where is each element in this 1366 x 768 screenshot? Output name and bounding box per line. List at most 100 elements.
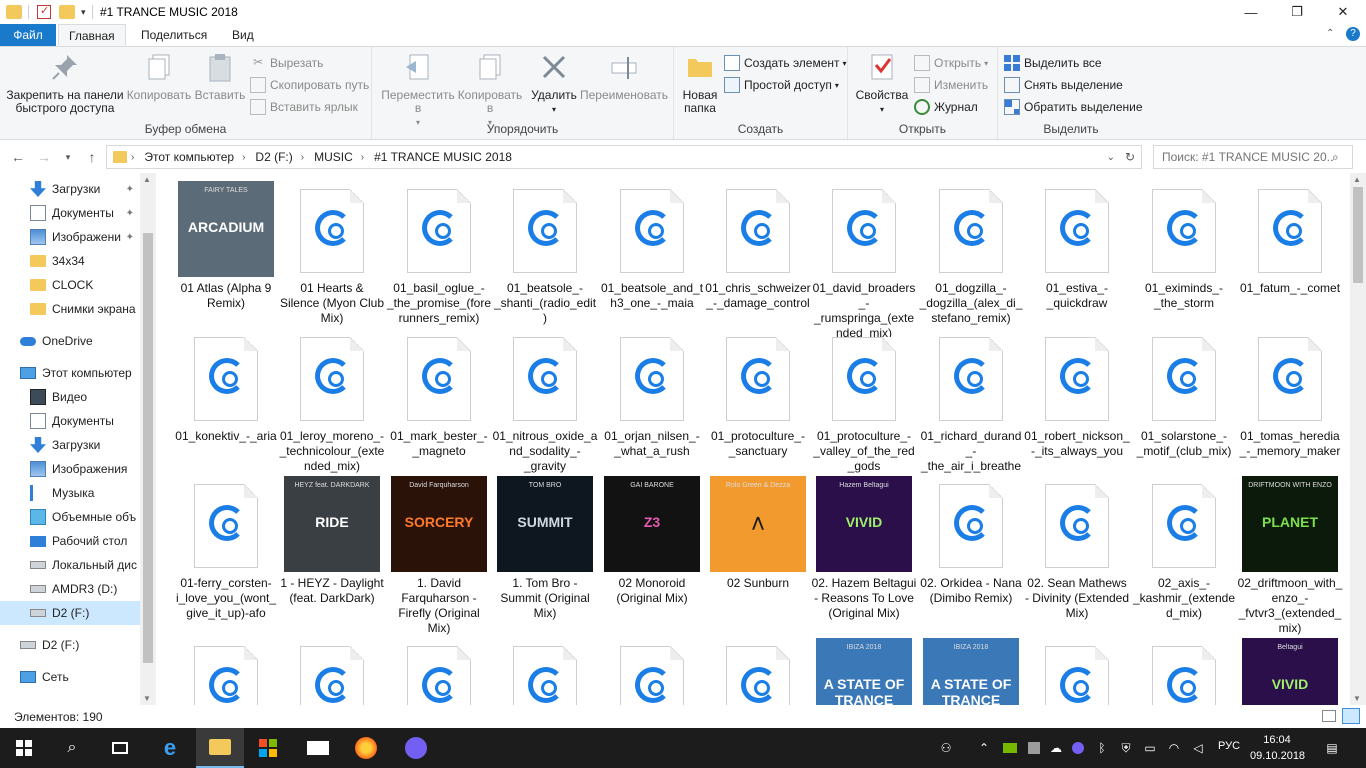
nav-item[interactable]: Музыка	[0, 481, 140, 505]
file-item[interactable]: 01_nitrous_oxide_and_sodality_-_gravity	[492, 329, 598, 474]
nav-item[interactable]: 34x34	[0, 249, 140, 273]
file-item[interactable]	[492, 638, 598, 705]
tab-view[interactable]: Вид	[222, 24, 264, 46]
nav-item[interactable]: Снимки экрана	[0, 297, 140, 321]
scroll-up-arrow-icon[interactable]: ▲	[1353, 175, 1361, 184]
customize-quick-access-icon[interactable]: ▾	[81, 7, 86, 18]
nav-item[interactable]: Изображени ✦	[0, 225, 140, 249]
security-icon[interactable]: ⛨	[1116, 738, 1136, 758]
language-indicator[interactable]: РУС	[1218, 740, 1240, 752]
tab-share[interactable]: Поделиться	[131, 24, 217, 46]
tab-home[interactable]: Главная	[58, 24, 126, 46]
file-item[interactable]: 01_fatum_-_comet	[1237, 181, 1343, 296]
search-button[interactable]: ⌕	[48, 728, 96, 768]
open-button[interactable]: Открыть ▾	[914, 53, 988, 73]
bluetooth-icon[interactable]: ᛒ	[1092, 738, 1112, 758]
pin-button[interactable]: Закрепить на панели быстрого доступа	[6, 51, 124, 115]
file-item[interactable]: HEYZ feat. DARKDARK RIDE 1 - HEYZ - Daylig…	[279, 476, 385, 606]
help-icon[interactable]: ?	[1346, 27, 1360, 41]
file-explorer-button[interactable]	[196, 728, 244, 768]
file-item[interactable]: 01_chris_schweizer_-_damage_control	[705, 181, 811, 311]
nav-item[interactable]: Загрузки ✦	[0, 177, 140, 201]
file-item[interactable]: 02. Orkidea - Nana (Dimibo Remix)	[918, 476, 1024, 606]
properties-icon[interactable]: ✓	[37, 5, 51, 19]
battery-icon[interactable]: ▭	[1140, 738, 1160, 758]
file-item[interactable]: 01_basil_oglue_-_the_promise_(forerunner…	[386, 181, 492, 326]
file-scrollbar-thumb[interactable]	[1353, 187, 1363, 283]
file-item[interactable]: 01_protoculture_-_valley_of_the_red_gods	[811, 329, 917, 474]
nav-scrollbar-thumb[interactable]	[143, 233, 153, 663]
file-item[interactable]: TOM BRO SUMMIT 1. Tom Bro - Summit (Origin…	[492, 476, 598, 621]
firefox-button[interactable]	[342, 728, 390, 768]
properties-button[interactable]: Свойства ▾	[854, 51, 910, 116]
up-arrow-icon[interactable]: ↑	[82, 147, 102, 167]
file-item[interactable]: FAIRY TALES ARCADIUM 01 Atlas (Alpha 9 Rem…	[173, 181, 279, 311]
paste-shortcut-button[interactable]: Вставить ярлык	[250, 97, 358, 117]
file-item[interactable]: Beltagui VIVID	[1237, 638, 1343, 705]
new-item-button[interactable]: Создать элемент ▾	[724, 53, 847, 73]
nav-item[interactable]: OneDrive	[0, 329, 140, 353]
back-arrow-icon[interactable]: ←	[8, 147, 28, 167]
file-item[interactable]	[599, 638, 705, 705]
copy-path-button[interactable]: Скопировать путь	[250, 75, 369, 95]
scroll-down-arrow-icon[interactable]: ▼	[1353, 694, 1361, 703]
file-item[interactable]: David Farquharson SORCERY 1. David Farquha…	[386, 476, 492, 636]
address-bar[interactable]: › Этот компьютер › D2 (F:) › MUSIC › #1 …	[106, 145, 1142, 169]
cut-button[interactable]: ✂ Вырезать	[250, 53, 323, 73]
new-folder-icon[interactable]	[59, 5, 75, 19]
volume-icon[interactable]: ◁	[1188, 738, 1208, 758]
easy-access-button[interactable]: Простой доступ ▾	[724, 75, 839, 95]
viber-button[interactable]	[392, 728, 440, 768]
task-view-button[interactable]	[96, 728, 144, 768]
file-item[interactable]: Rolo Green & Dezza ⋀ 02 Sunburn	[705, 476, 811, 591]
edit-button[interactable]: Изменить	[914, 75, 988, 95]
file-item[interactable]: 01_beatsole_-_shanti_(radio_edit)	[492, 181, 598, 326]
nav-item[interactable]: Локальный дис	[0, 553, 140, 577]
file-item[interactable]: IBIZA 2018 A STATE OF TRANCE	[918, 638, 1024, 705]
tab-file[interactable]: Файл	[0, 24, 56, 46]
nav-item[interactable]: Документы ✦	[0, 201, 140, 225]
nav-item[interactable]: D2 (F:)	[0, 601, 140, 625]
maximize-button[interactable]: ❐	[1274, 0, 1320, 24]
nav-item[interactable]: CLOCK	[0, 273, 140, 297]
file-item[interactable]: IBIZA 2018 A STATE OF TRANCE	[811, 638, 917, 705]
copy-to-button[interactable]: Копировать в ▾	[456, 51, 524, 129]
move-to-button[interactable]: Переместить в ▾	[380, 51, 456, 129]
select-all-button[interactable]: Выделить все	[1004, 53, 1102, 73]
file-item[interactable]: 01_eximinds_-_the_storm	[1131, 181, 1237, 311]
nav-item[interactable]: Сеть	[0, 665, 140, 689]
paste-button[interactable]: Вставить	[192, 51, 248, 102]
file-item[interactable]	[173, 638, 279, 705]
file-item[interactable]: 01_orjan_nilsen_-_what_a_rush	[599, 329, 705, 459]
file-item[interactable]	[705, 638, 811, 705]
nav-item[interactable]: Этот компьютер	[0, 361, 140, 385]
wifi-icon[interactable]: ◠	[1164, 738, 1184, 758]
file-item[interactable]: 01_beatsole_and_th3_one_-_maia	[599, 181, 705, 311]
nav-item[interactable]: Изображения	[0, 457, 140, 481]
details-view-icon[interactable]	[1322, 710, 1336, 722]
nav-item[interactable]: Видео	[0, 385, 140, 409]
invert-selection-button[interactable]: Обратить выделение	[1004, 97, 1143, 117]
breadcrumb-current-folder[interactable]: #1 TRANCE MUSIC 2018	[374, 150, 512, 164]
minimize-button[interactable]: —	[1228, 0, 1274, 24]
file-item[interactable]	[386, 638, 492, 705]
file-item[interactable]: 02_axis_-_kashmir_(extended_mix)	[1131, 476, 1237, 621]
search-icon[interactable]: ⌕	[1332, 150, 1339, 165]
file-item[interactable]: 01_konektiv_-_aria	[173, 329, 279, 444]
recent-locations-icon[interactable]: ▾	[58, 147, 78, 167]
nav-item[interactable]: D2 (F:)	[0, 633, 140, 657]
file-item[interactable]: 01_estiva_-_quickdraw	[1024, 181, 1130, 311]
notifications-icon[interactable]: ▤	[1322, 738, 1342, 758]
breadcrumb-music[interactable]: MUSIC	[314, 150, 353, 164]
file-item[interactable]: 01_robert_nickson_-_its_always_you	[1024, 329, 1130, 459]
breadcrumb-drive[interactable]: D2 (F:)	[255, 150, 292, 164]
nav-scrollbar[interactable]: ▲ ▼	[140, 173, 156, 705]
file-item[interactable]: 01_solarstone_-_motif_(club_mix)	[1131, 329, 1237, 459]
app-tray-icon[interactable]	[1024, 738, 1044, 758]
folder-icon[interactable]	[6, 5, 22, 19]
file-scrollbar[interactable]: ▲ ▼	[1350, 173, 1366, 705]
nav-item[interactable]: Объемные объ	[0, 505, 140, 529]
nav-item[interactable]: Загрузки	[0, 433, 140, 457]
file-item[interactable]: 01_dogzilla_-_dogzilla_(alex_di_stefano_…	[918, 181, 1024, 326]
file-item[interactable]	[1131, 638, 1237, 705]
